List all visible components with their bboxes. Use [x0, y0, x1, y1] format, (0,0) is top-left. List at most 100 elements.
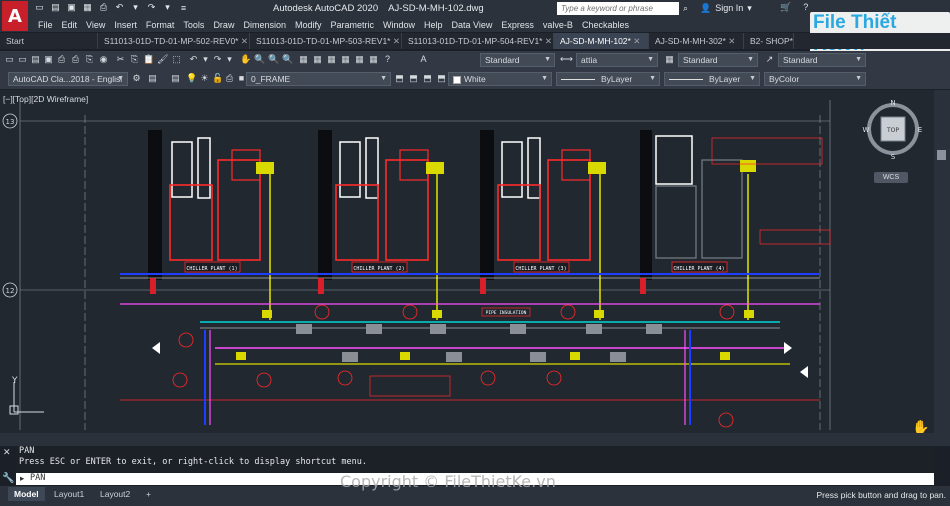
- undo-dropdown-icon[interactable]: ▾: [200, 54, 211, 65]
- menu-edit[interactable]: Edit: [62, 18, 87, 32]
- vertical-scrollbar[interactable]: [934, 90, 950, 433]
- doc-tab[interactable]: S11013-01D-TD-01-MP-504-REV1* ✕: [402, 33, 554, 49]
- sheet-set-icon[interactable]: ▦: [340, 54, 351, 65]
- workspace-select[interactable]: AutoCAD Cla...2018 - Englisl ▼: [8, 72, 128, 86]
- close-tab-icon[interactable]: ✕: [726, 36, 735, 46]
- close-tab-icon[interactable]: ✕: [238, 36, 248, 46]
- viewport-controls-label[interactable]: [−][Top][2D Wireframe]: [3, 94, 88, 104]
- lineweight-select[interactable]: ByLayer ▼: [664, 72, 760, 86]
- plotstyle-select[interactable]: ByColor ▼: [764, 72, 866, 86]
- table-style-select[interactable]: Standard ▼: [678, 53, 758, 67]
- color-select[interactable]: White ▼: [448, 72, 552, 86]
- customize-qat-icon[interactable]: ≡: [178, 2, 189, 13]
- layer-isolate-icon[interactable]: ⬒: [422, 73, 433, 84]
- layout-tab-layout2[interactable]: Layout2: [94, 487, 136, 501]
- close-tab-icon[interactable]: ✕: [542, 36, 552, 46]
- mleader-style-select[interactable]: Standard ▼: [778, 53, 866, 67]
- tool-palettes-icon[interactable]: ▦: [326, 54, 337, 65]
- layout-tab-model[interactable]: Model: [8, 487, 45, 501]
- qnew-icon[interactable]: ▭: [17, 54, 28, 65]
- layer-previous-icon[interactable]: ⬒: [408, 73, 419, 84]
- redo-dropdown-icon[interactable]: ▾: [162, 2, 173, 13]
- drawing-canvas[interactable]: [−][Top][2D Wireframe] 13 12 CHILLER PLA…: [0, 90, 934, 433]
- publish-icon[interactable]: ⎘: [84, 54, 95, 65]
- doc-tab[interactable]: AJ-SD-M-MH-302* ✕: [649, 33, 744, 49]
- zoom-realtime-icon[interactable]: 🔍: [254, 54, 265, 65]
- menu-view[interactable]: View: [86, 18, 114, 32]
- wrench-icon[interactable]: 🔧: [2, 473, 14, 484]
- menu-format[interactable]: Format: [146, 18, 184, 32]
- search-icon[interactable]: ⌕: [683, 3, 688, 14]
- sun-icon[interactable]: ☀: [199, 73, 210, 84]
- close-icon[interactable]: ✕: [3, 447, 11, 458]
- block-editor-icon[interactable]: ⬚: [171, 54, 182, 65]
- linetype-select[interactable]: ByLayer ▼: [556, 72, 660, 86]
- text-style-select[interactable]: Standard ▼: [480, 53, 555, 67]
- match-properties-icon[interactable]: 🖌: [157, 54, 168, 65]
- lock-icon[interactable]: 🔓: [212, 73, 223, 84]
- save-icon[interactable]: ▣: [66, 2, 77, 13]
- menu-window[interactable]: Window: [383, 18, 424, 32]
- undo-icon[interactable]: ↶: [114, 2, 125, 13]
- layer-states-icon[interactable]: ▤: [170, 73, 181, 84]
- properties-icon[interactable]: ▦: [298, 54, 309, 65]
- menu-file[interactable]: File: [38, 18, 62, 32]
- redo-icon[interactable]: ↷: [146, 2, 157, 13]
- search-input[interactable]: Type a keyword or phrase: [557, 2, 679, 15]
- cart-icon[interactable]: 🛒: [780, 2, 791, 13]
- pan-icon[interactable]: ✋: [240, 54, 251, 65]
- workspace-settings-icon[interactable]: ⚙: [131, 73, 142, 84]
- print-preview-icon[interactable]: ⎙: [70, 54, 81, 65]
- copy-icon[interactable]: ⎘: [129, 54, 140, 65]
- wcs-menu[interactable]: WCS: [874, 172, 908, 183]
- close-tab-icon[interactable]: ✕: [631, 36, 640, 46]
- doc-tab[interactable]: Start: [0, 33, 98, 49]
- close-tab-icon[interactable]: ✕: [390, 36, 400, 46]
- lightbulb-icon[interactable]: 💡: [186, 73, 197, 84]
- open-icon[interactable]: ▤: [30, 54, 41, 65]
- make-current-layer-icon[interactable]: ⬒: [394, 73, 405, 84]
- dim-style-select[interactable]: attia ▼: [576, 53, 658, 67]
- print-icon[interactable]: ⎙: [56, 54, 67, 65]
- menu-express[interactable]: Express: [501, 18, 543, 32]
- doc-tab[interactable]: AJ-SD-M-MH-102* ✕: [554, 33, 649, 49]
- horizontal-scrollbar[interactable]: [0, 433, 950, 446]
- layer-properties-icon[interactable]: ▤: [147, 73, 158, 84]
- menu-modify[interactable]: Modify: [295, 18, 331, 32]
- save-icon[interactable]: ▣: [43, 54, 54, 65]
- help-icon[interactable]: ?: [803, 2, 808, 13]
- layer-plot-icon[interactable]: ⎙: [224, 73, 235, 84]
- redo-dropdown-icon[interactable]: ▾: [224, 54, 235, 65]
- cut-icon[interactable]: ✂: [115, 54, 126, 65]
- menu-help[interactable]: Help: [424, 18, 452, 32]
- menu-data-view[interactable]: Data View: [452, 18, 502, 32]
- menu-insert[interactable]: Insert: [114, 18, 146, 32]
- layout-tab-layout1[interactable]: Layout1: [48, 487, 90, 501]
- menu-valve-b[interactable]: valve-B: [543, 18, 582, 32]
- plot-icon[interactable]: ⎙: [98, 2, 109, 13]
- save-as-icon[interactable]: ▦: [82, 2, 93, 13]
- paste-icon[interactable]: 📋: [143, 54, 154, 65]
- menu-checkables[interactable]: Checkables: [582, 18, 638, 32]
- viewcube[interactable]: TOP N S E W: [862, 98, 924, 161]
- globe-icon[interactable]: ◉: [98, 54, 109, 65]
- menu-draw[interactable]: Draw: [213, 18, 243, 32]
- doc-tab[interactable]: B2- SHOP* ✕: [744, 33, 794, 49]
- close-tab-icon[interactable]: ✕: [793, 36, 794, 46]
- new-icon[interactable]: ▭: [4, 54, 15, 65]
- autocad-logo[interactable]: A: [2, 1, 28, 31]
- doc-tab[interactable]: S11013-01D-TD-01-MP-503-REV1* ✕: [250, 33, 402, 49]
- design-center-icon[interactable]: ▦: [312, 54, 323, 65]
- markup-icon[interactable]: ▦: [354, 54, 365, 65]
- add-layout-button[interactable]: +: [140, 487, 157, 501]
- zoom-window-icon[interactable]: 🔍: [268, 54, 279, 65]
- help-icon[interactable]: ?: [382, 54, 393, 65]
- doc-tab[interactable]: S11013-01D-TD-01-MP-502-REV0* ✕: [98, 33, 250, 49]
- menu-tools[interactable]: Tools: [183, 18, 213, 32]
- undo-dropdown-icon[interactable]: ▾: [130, 2, 141, 13]
- calculator-icon[interactable]: ▦: [368, 54, 379, 65]
- scrollbar-thumb[interactable]: [937, 150, 946, 160]
- undo-icon[interactable]: ↶: [188, 54, 199, 65]
- menu-parametric[interactable]: Parametric: [331, 18, 384, 32]
- sign-in-button[interactable]: 👤 Sign In ▾: [700, 3, 752, 14]
